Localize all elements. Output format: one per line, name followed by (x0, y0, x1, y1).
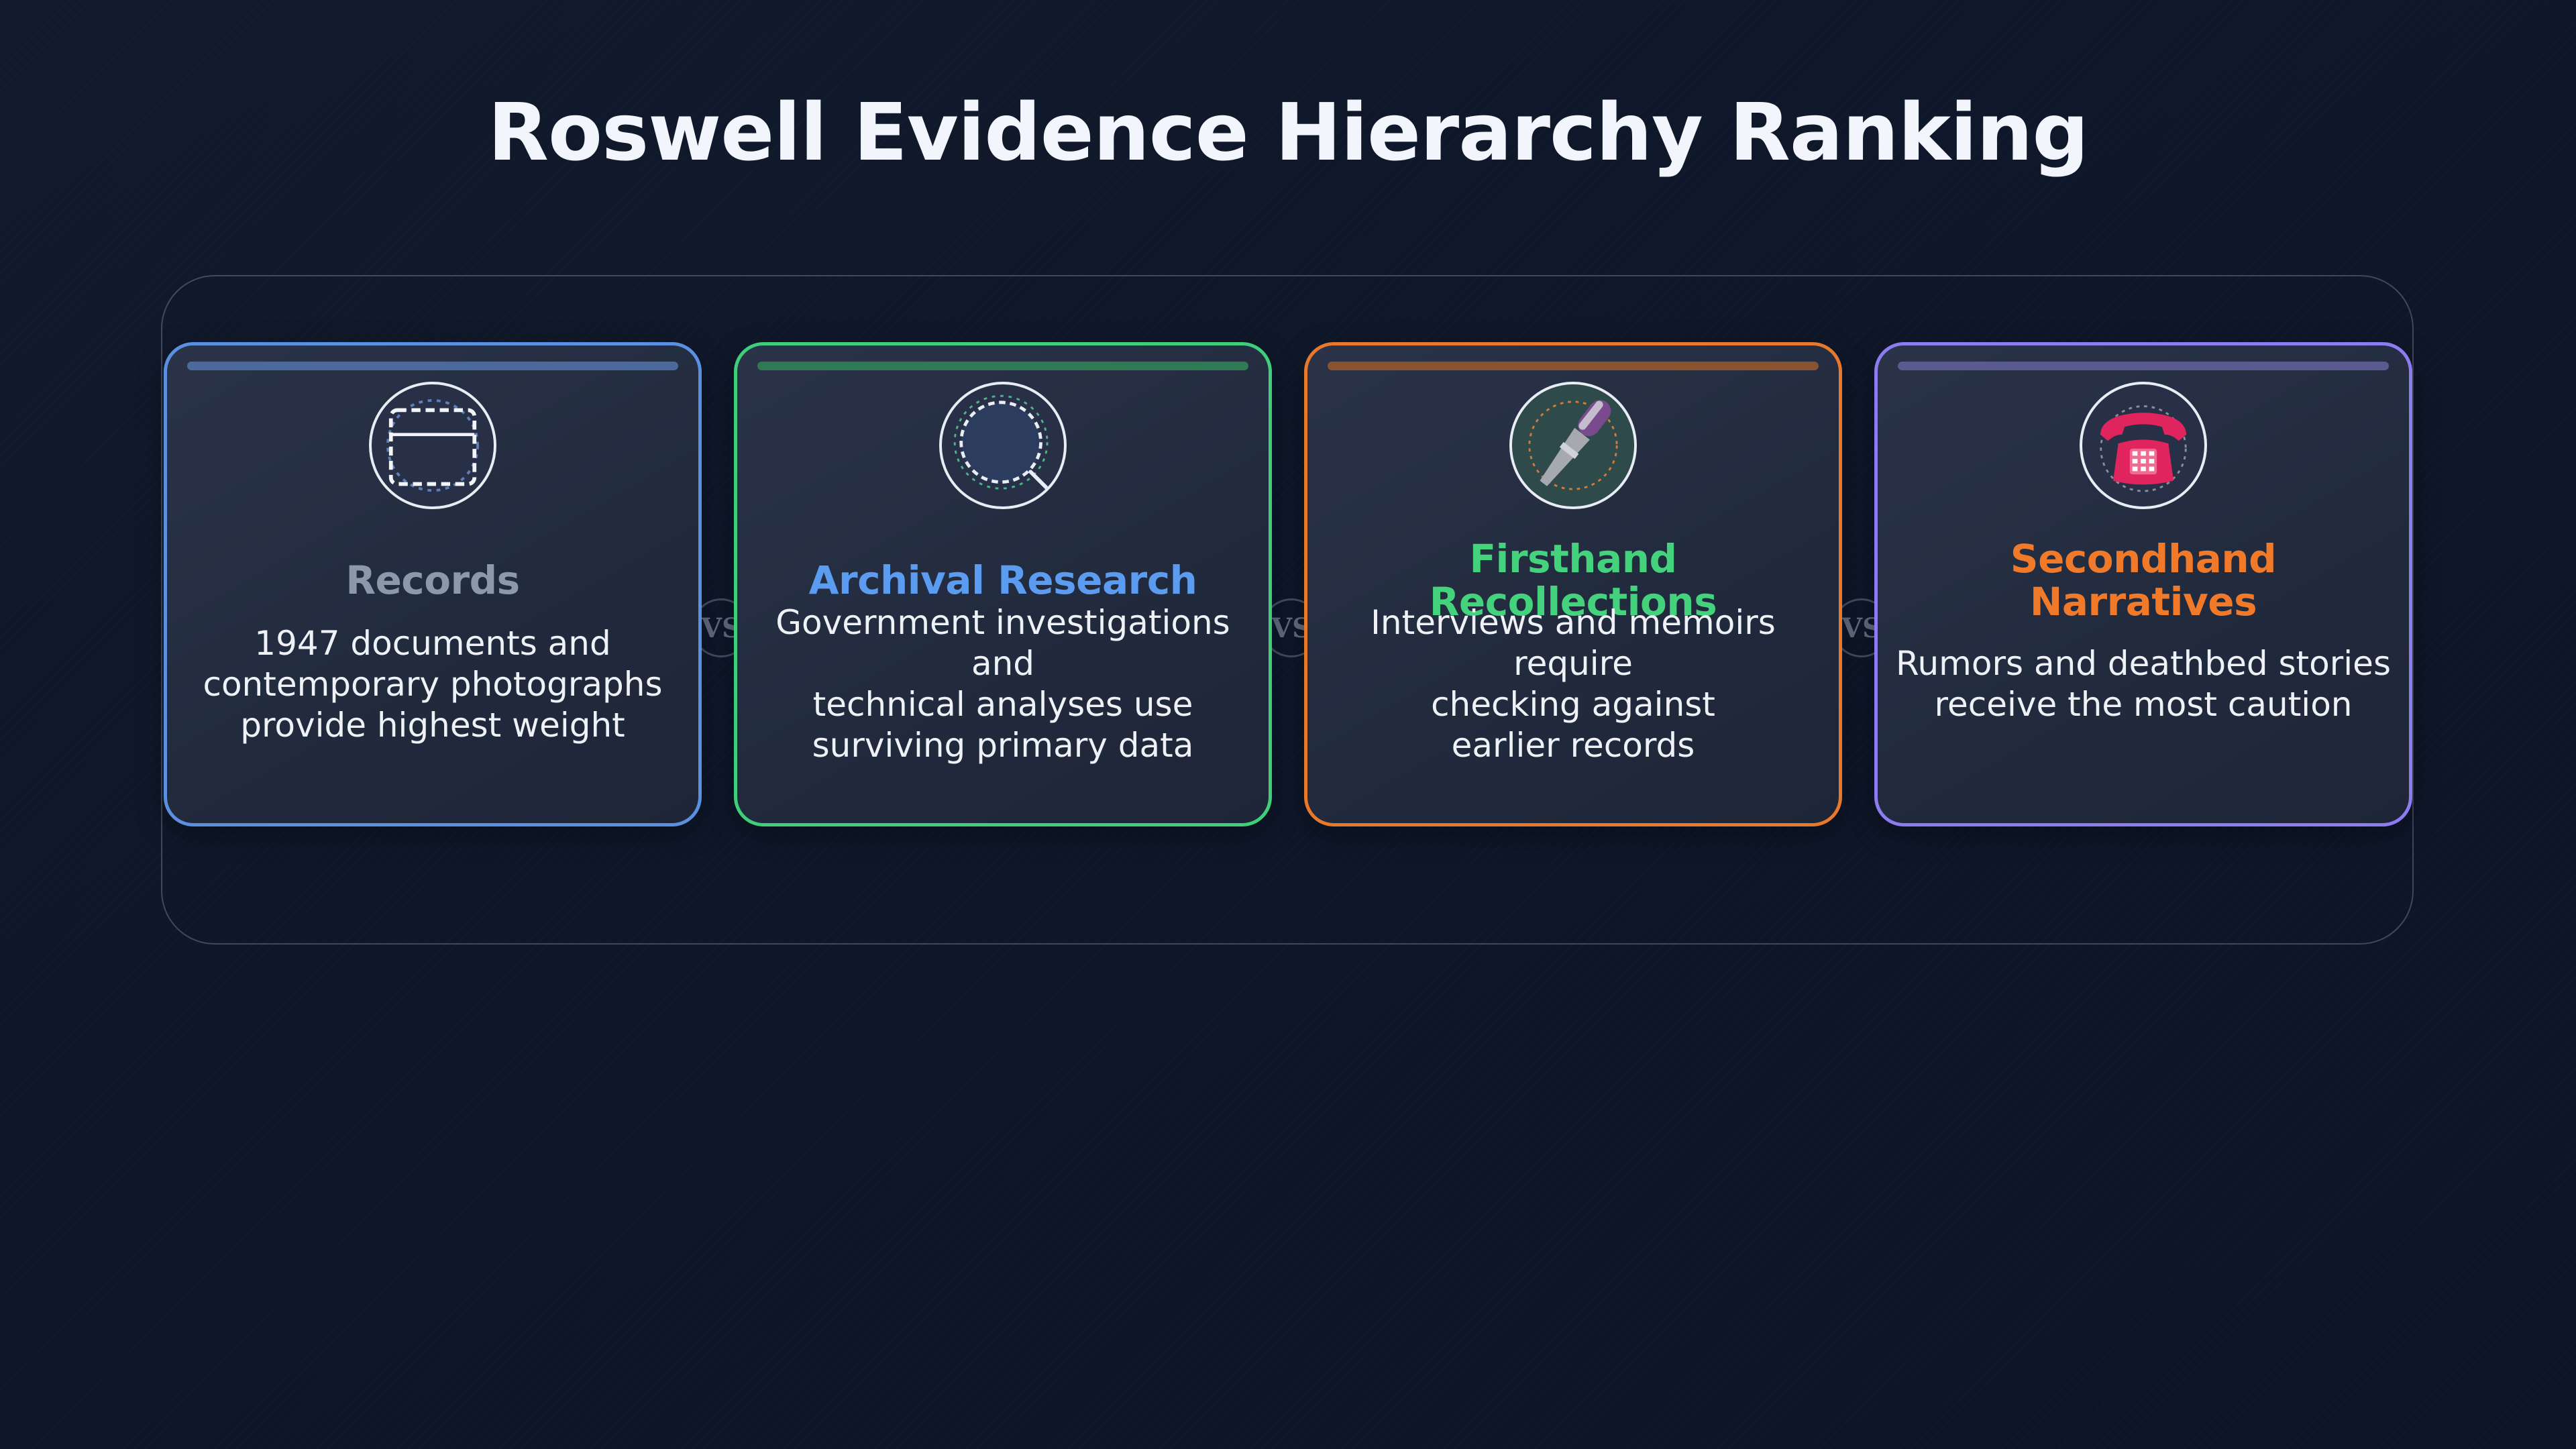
microphone-icon (1509, 382, 1637, 509)
card-accent-bar (757, 362, 1248, 370)
card-secondhand-narratives: Secondhand Narratives Rumors and deathbe… (1874, 342, 2412, 826)
card-accent-bar (187, 362, 678, 370)
card-archival-research: Archival Research Government investigati… (734, 342, 1272, 826)
card-description: Interviews and memoirs require checking … (1371, 603, 1776, 765)
card-accent-bar (1898, 362, 2389, 370)
card-title: Records (345, 557, 520, 603)
document-frame-icon (369, 382, 496, 509)
card-firsthand-recollections: Firsthand Recollections Interviews and m… (1304, 342, 1842, 826)
card-description: 1947 documents and contemporary photogra… (203, 623, 663, 745)
telephone-icon (2080, 382, 2207, 509)
card-description: Rumors and deathbed stories receive the … (1895, 644, 2391, 724)
card-accent-bar (1328, 362, 1819, 370)
magnifier-icon (939, 382, 1067, 509)
card-records: Records 1947 documents and contemporary … (164, 342, 702, 826)
card-title: Secondhand Narratives (2010, 536, 2277, 625)
card-description: Government investigations and technical … (775, 603, 1230, 765)
page-title: Roswell Evidence Hierarchy Ranking (488, 86, 2089, 178)
